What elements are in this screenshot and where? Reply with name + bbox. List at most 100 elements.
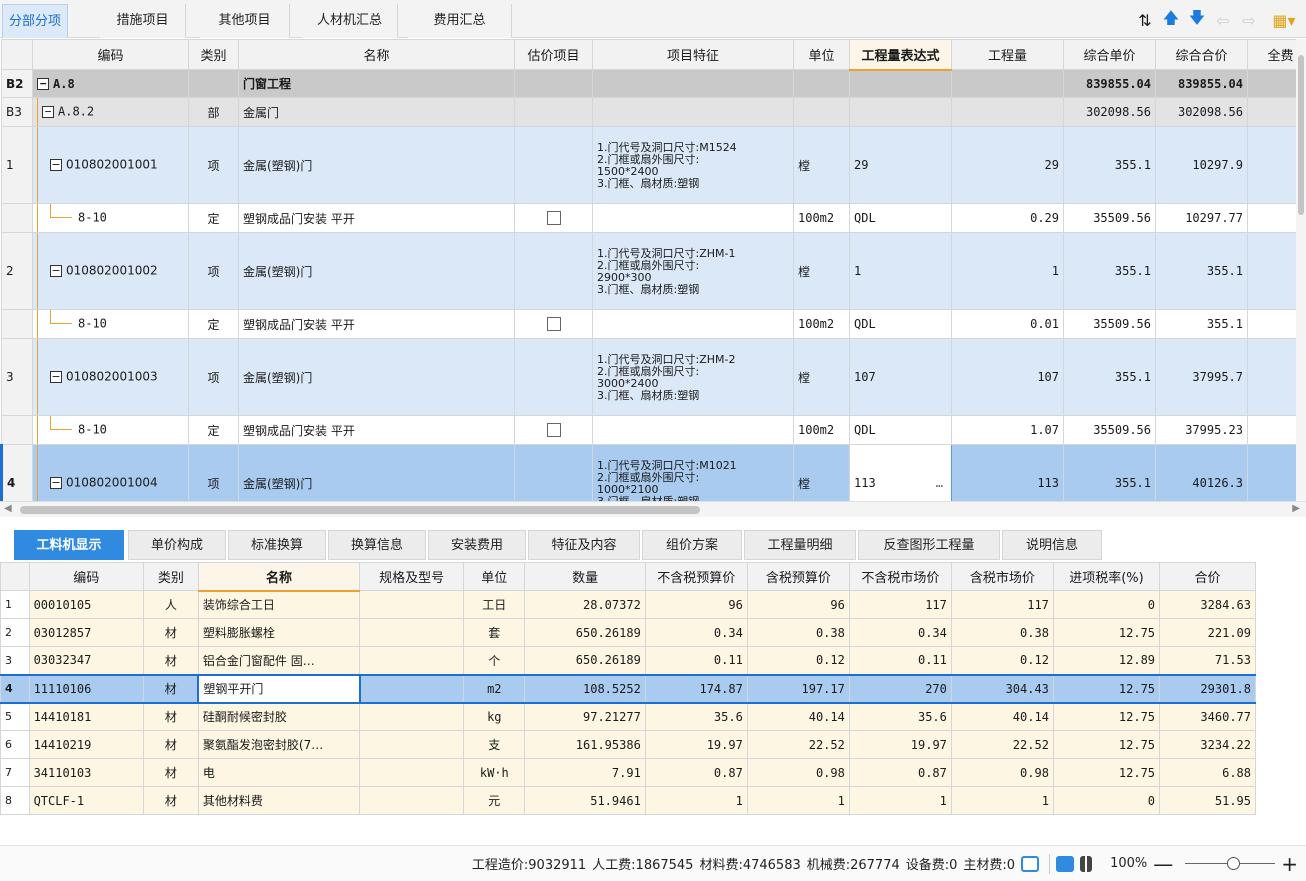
estimate-cell[interactable]: [514, 415, 593, 445]
name-cell[interactable]: 金属(塑钢)门: [238, 232, 515, 310]
spec-cell[interactable]: [359, 646, 465, 675]
unit-cell[interactable]: 100m2: [793, 309, 850, 339]
col-name[interactable]: 名称: [197, 562, 361, 592]
qty-cell[interactable]: 51.9461: [524, 786, 646, 815]
amount-cell[interactable]: 221.09: [1159, 618, 1256, 647]
layout-split-horizontal-icon[interactable]: [1056, 855, 1075, 872]
market-price-incl-cell[interactable]: 0.38: [950, 618, 1054, 647]
code-cell[interactable]: 8-10: [32, 309, 189, 339]
type-cell[interactable]: 项: [188, 444, 239, 501]
unit-cell[interactable]: m2: [463, 673, 526, 704]
code-cell[interactable]: −010802001003: [32, 338, 189, 416]
sort-icon[interactable]: ⇅: [1132, 7, 1158, 33]
unit-cell[interactable]: 个: [463, 646, 526, 675]
table-row[interactable]: 2 −010802001002 项 金属(塑钢)门 1.门代号及洞口尺寸:ZHM…: [1, 232, 1296, 310]
col-type[interactable]: 类别: [142, 562, 199, 591]
col-estimate[interactable]: 估价项目: [514, 39, 593, 70]
table-row[interactable]: 8-10 定 塑钢成品门安装 平开 100m2 QDL 0.29 35509.5…: [1, 203, 1296, 233]
collapse-icon[interactable]: −: [37, 78, 49, 90]
features-cell[interactable]: 1.门代号及洞口尺寸:ZHM-1 2.门框或扇外围尺寸: 2900*300 3.…: [592, 232, 794, 310]
col-budget-price-incl-tax[interactable]: 含税预算价: [746, 562, 850, 591]
total-cell[interactable]: 37995.7: [1155, 338, 1248, 416]
name-cell[interactable]: 装饰综合工日: [197, 590, 361, 619]
unit-cell[interactable]: 100m2: [793, 415, 850, 445]
full-cost-cell[interactable]: [1247, 415, 1296, 445]
code-cell[interactable]: − A.8.2: [32, 97, 189, 127]
budget-price-excl-cell[interactable]: 19.97: [644, 730, 748, 759]
code-cell[interactable]: 8-10: [32, 203, 189, 233]
tax-rate-cell[interactable]: 12.75: [1052, 758, 1161, 787]
code-cell[interactable]: 14410219: [28, 730, 144, 759]
full-cost-cell[interactable]: [1247, 338, 1296, 416]
budget-price-excl-cell[interactable]: 96: [644, 590, 748, 619]
scroll-right-icon[interactable]: ▶: [1292, 503, 1300, 514]
expr-cell[interactable]: QDL: [849, 309, 952, 339]
full-cost-cell[interactable]: [1247, 203, 1296, 233]
market-price-incl-cell[interactable]: 22.52: [950, 730, 1054, 759]
type-cell[interactable]: 部: [188, 97, 239, 127]
price-cell[interactable]: 839855.04: [1063, 69, 1156, 98]
type-cell[interactable]: 定: [188, 415, 239, 445]
collapse-icon[interactable]: −: [50, 265, 62, 277]
col-quantity-expression[interactable]: 工程量表达式: [849, 39, 952, 71]
estimate-cell[interactable]: [514, 97, 593, 127]
estimate-cell[interactable]: [514, 444, 593, 501]
col-name[interactable]: 名称: [238, 39, 515, 70]
estimate-cell[interactable]: [514, 126, 593, 204]
table-row[interactable]: 7 34110103 材电 kW·h 7.91 0.87 0.98 0.87 0.98 12.75…: [0, 758, 1256, 787]
type-cell[interactable]: 材: [142, 702, 199, 731]
tax-rate-cell[interactable]: 12.75: [1052, 730, 1161, 759]
type-cell[interactable]: 材: [142, 646, 199, 675]
expr-cell[interactable]: QDL: [849, 203, 952, 233]
type-cell[interactable]: 项: [188, 338, 239, 416]
amount-cell[interactable]: 71.53: [1159, 646, 1256, 675]
market-price-incl-cell[interactable]: 0.12: [950, 646, 1054, 675]
spec-cell[interactable]: [359, 673, 465, 704]
estimate-cell[interactable]: [514, 203, 593, 233]
table-row[interactable]: 1 −010802001001 项 金属(塑钢)门 1.门代号及洞口尺寸:M15…: [1, 126, 1296, 204]
total-cell[interactable]: 839855.04: [1155, 69, 1248, 98]
amount-cell[interactable]: 51.95: [1159, 786, 1256, 815]
table-row[interactable]: B2 − A.8 门窗工程 839855.04 839855.04: [1, 69, 1296, 98]
features-cell[interactable]: [592, 69, 794, 98]
tab-labor-material-summary[interactable]: 人材机汇总: [302, 4, 398, 38]
type-cell[interactable]: 材: [142, 730, 199, 759]
col-market-price-excl-tax[interactable]: 不含税市场价: [848, 562, 952, 591]
horizontal-scrollbar[interactable]: ◀ ▶: [0, 501, 1306, 517]
qty-cell[interactable]: 0.29: [951, 203, 1064, 233]
vertical-scrollbar[interactable]: [1296, 39, 1306, 501]
arrow-up-icon[interactable]: 🡅: [1158, 7, 1184, 33]
tax-rate-cell[interactable]: 12.75: [1052, 673, 1161, 704]
estimate-cell[interactable]: [514, 309, 593, 339]
unit-cell[interactable]: 樘: [793, 338, 850, 416]
tab-reverse-graphic-quantity[interactable]: 反查图形工程量: [858, 530, 1000, 560]
price-cell[interactable]: 355.1: [1063, 444, 1156, 501]
type-cell[interactable]: [188, 69, 239, 98]
name-cell[interactable]: 硅酮耐候密封胶: [197, 702, 361, 731]
qty-cell[interactable]: 28.07372: [524, 590, 646, 619]
scroll-thumb[interactable]: [1298, 55, 1304, 215]
code-cell[interactable]: 00010105: [28, 590, 144, 619]
tab-other-items[interactable]: 其他项目: [200, 4, 290, 38]
market-price-excl-cell[interactable]: 117: [848, 590, 952, 619]
full-cost-cell[interactable]: [1247, 97, 1296, 127]
tab-labor-material-machine[interactable]: 工料机显示: [14, 530, 124, 560]
expr-cell[interactable]: 107: [849, 338, 952, 416]
qty-cell[interactable]: 97.21277: [524, 702, 646, 731]
type-cell[interactable]: 项: [188, 232, 239, 310]
estimate-checkbox[interactable]: [546, 211, 561, 226]
col-quantity[interactable]: 数量: [524, 562, 646, 591]
table-row[interactable]: 5 14410181 材硅酮耐候密封胶 kg 97.21277 35.6 40.14 35.6…: [0, 702, 1256, 731]
col-amount[interactable]: 合价: [1159, 562, 1256, 591]
collapse-icon[interactable]: −: [42, 106, 54, 118]
col-unit-price[interactable]: 综合单价: [1063, 39, 1156, 70]
qty-cell[interactable]: 1.07: [951, 415, 1064, 445]
qty-cell[interactable]: 108.5252: [524, 673, 646, 704]
code-cell[interactable]: −010802001004: [32, 444, 189, 501]
col-full-cost[interactable]: 全费: [1247, 39, 1296, 70]
market-price-excl-cell[interactable]: 19.97: [848, 730, 952, 759]
tax-rate-cell[interactable]: 12.75: [1052, 618, 1161, 647]
budget-price-incl-cell[interactable]: 0.98: [746, 758, 850, 787]
market-price-incl-cell[interactable]: 117: [950, 590, 1054, 619]
tab-installation-fee[interactable]: 安装费用: [428, 530, 526, 560]
